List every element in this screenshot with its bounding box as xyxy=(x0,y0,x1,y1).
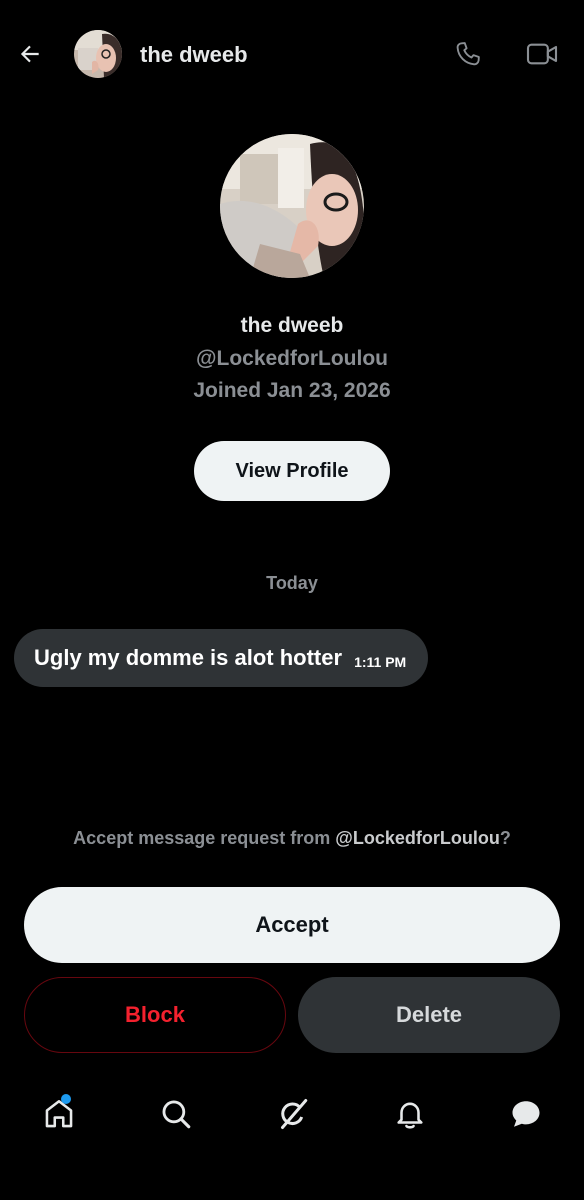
nav-search[interactable] xyxy=(156,1094,196,1134)
call-button[interactable] xyxy=(452,38,484,70)
profile-photo xyxy=(220,134,364,278)
date-separator: Today xyxy=(266,573,318,593)
nav-notifications[interactable] xyxy=(390,1094,430,1134)
profile-avatar[interactable] xyxy=(220,134,364,278)
video-call-button[interactable] xyxy=(524,38,560,70)
request-suffix: ? xyxy=(499,828,511,848)
avatar-photo xyxy=(74,30,122,78)
header-avatar[interactable] xyxy=(74,30,122,78)
phone-icon xyxy=(456,42,480,66)
message-bubble[interactable]: Ugly my domme is alot hotter 1:11 PM xyxy=(14,629,429,687)
notifications-bell-icon xyxy=(397,1102,423,1129)
profile-name: the dweeb xyxy=(240,314,344,337)
nav-home[interactable] xyxy=(39,1094,79,1134)
request-prefix: Accept message request from xyxy=(73,828,336,848)
messages-icon xyxy=(512,1101,540,1127)
notification-dot xyxy=(61,1094,71,1104)
video-camera-icon xyxy=(526,43,558,65)
delete-button[interactable]: Delete xyxy=(298,977,560,1053)
arrow-left-icon xyxy=(20,45,39,63)
back-button[interactable] xyxy=(14,38,46,70)
message-timestamp: 1:11 PM xyxy=(354,654,407,670)
view-profile-button[interactable]: View Profile xyxy=(194,441,390,501)
conversation-header: the dweeb xyxy=(0,0,584,110)
message-text: Ugly my domme is alot hotter xyxy=(34,645,343,670)
grok-icon xyxy=(281,1099,308,1129)
request-handle: @LockedforLoulou xyxy=(335,828,500,848)
header-title[interactable]: the dweeb xyxy=(140,42,248,68)
profile-handle: @LockedforLoulou xyxy=(196,347,388,370)
message-request-prompt: Accept message request from @LockedforLo… xyxy=(0,828,584,849)
nav-grok[interactable] xyxy=(273,1094,313,1134)
accept-button[interactable]: Accept xyxy=(24,887,560,963)
nav-messages[interactable] xyxy=(506,1094,546,1134)
home-icon xyxy=(45,1099,73,1128)
profile-joined-date: Joined Jan 23, 2026 xyxy=(193,379,391,402)
bottom-navigation xyxy=(0,1080,584,1150)
search-icon xyxy=(162,1100,191,1129)
block-button[interactable]: Block xyxy=(24,977,286,1053)
